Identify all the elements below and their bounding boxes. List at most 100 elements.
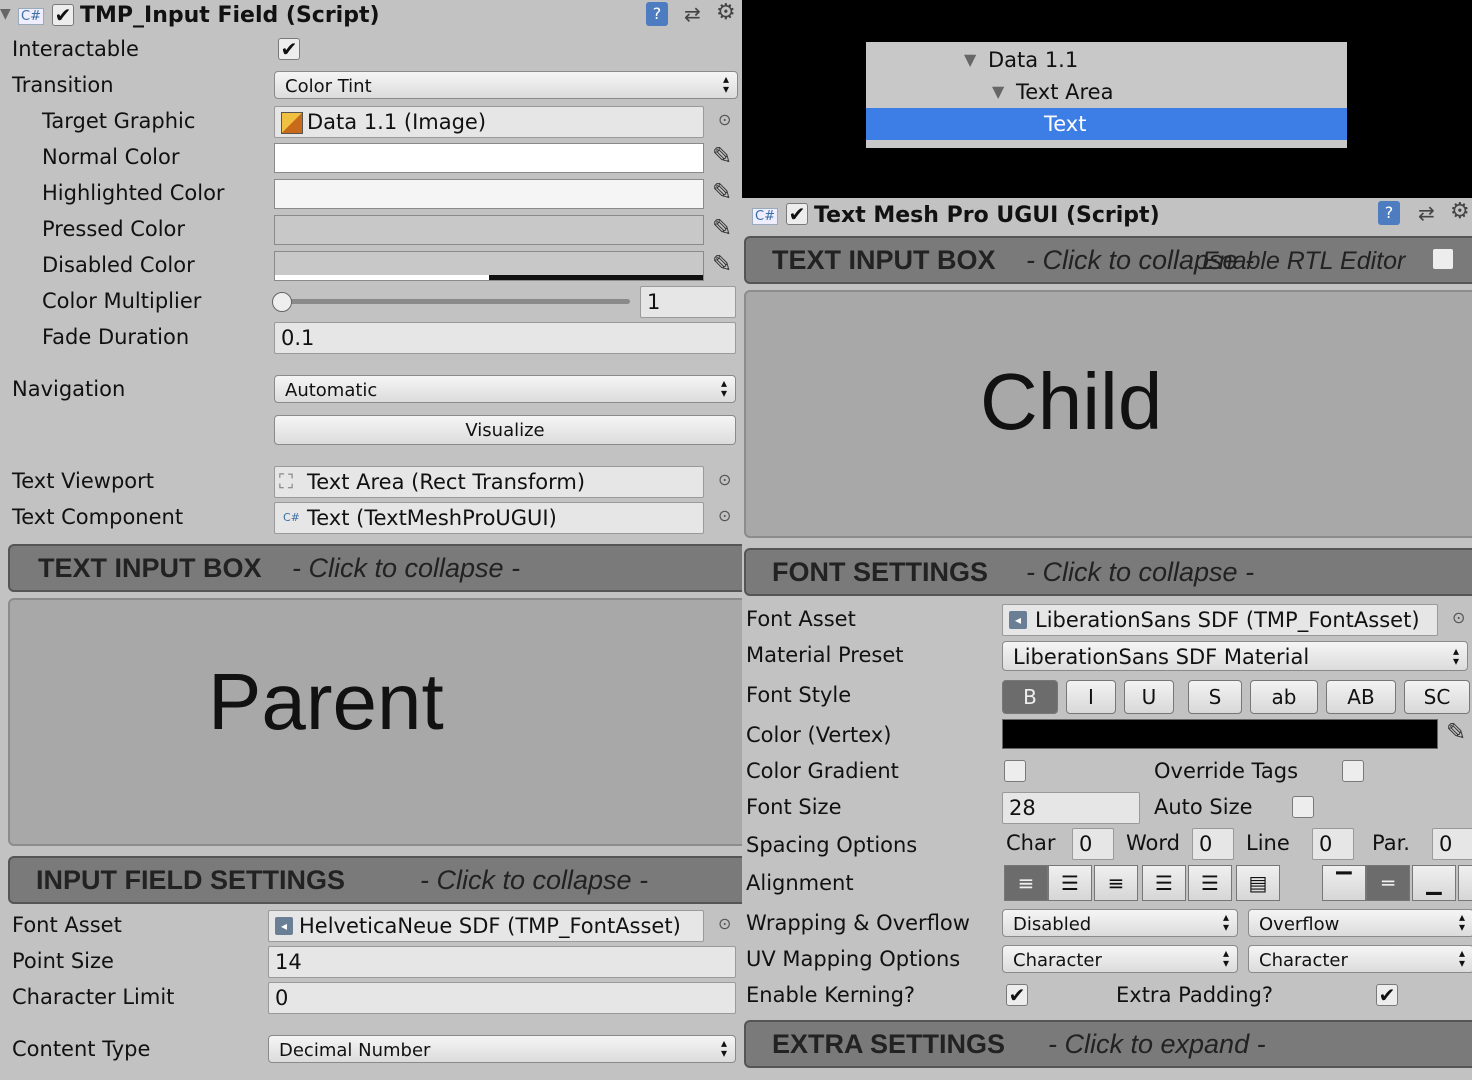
style-italic-button[interactable]: I: [1066, 680, 1116, 714]
help-icon[interactable]: ?: [646, 2, 668, 26]
style-lowercase-button[interactable]: ab: [1250, 680, 1318, 714]
text-input-box[interactable]: Child: [744, 290, 1472, 538]
override-tags-checkbox[interactable]: [1342, 760, 1364, 782]
font-asset-label: Font Asset: [746, 607, 856, 631]
style-uppercase-button[interactable]: AB: [1326, 680, 1396, 714]
enable-rtl-editor-checkbox[interactable]: [1432, 248, 1454, 270]
eyedropper-icon[interactable]: ✎: [712, 214, 732, 242]
extra-settings-section-header[interactable]: EXTRA SETTINGS - Click to expand -: [744, 1020, 1472, 1068]
eyedropper-icon[interactable]: ✎: [712, 250, 732, 278]
hierarchy-item-data[interactable]: Data 1.1: [988, 50, 1078, 71]
input-field-settings-section-header[interactable]: INPUT FIELD SETTINGS - Click to collapse…: [8, 856, 742, 904]
font-style-label: Font Style: [746, 683, 852, 707]
navigation-dropdown[interactable]: Automatic ▴ ▾: [274, 375, 736, 403]
align-center-button[interactable]: ☰: [1048, 865, 1092, 901]
char-spacing-field[interactable]: 0: [1072, 828, 1114, 860]
pressed-color-swatch[interactable]: [274, 215, 704, 245]
tmp-ugui-inspector: C# ✔ Text Mesh Pro UGUI (Script) ? ⇄ ⚙ T…: [742, 198, 1472, 1080]
object-picker-icon[interactable]: ⊙: [718, 470, 731, 489]
wrapping-dropdown[interactable]: Disabled ▴ ▾: [1002, 909, 1238, 937]
style-underline-button[interactable]: U: [1124, 680, 1174, 714]
eyedropper-icon[interactable]: ✎: [1446, 718, 1466, 746]
text-input-box[interactable]: Parent: [8, 598, 742, 846]
hierarchy-item-text-selected[interactable]: Text: [866, 108, 1347, 140]
font-asset-field[interactable]: ◂ LiberationSans SDF (TMP_FontAsset): [1002, 604, 1438, 636]
fade-duration-label: Fade Duration: [42, 325, 190, 349]
enable-kerning-checkbox[interactable]: ✔: [1006, 984, 1028, 1006]
normal-color-swatch[interactable]: [274, 143, 704, 173]
text-viewport-label: Text Viewport: [12, 469, 155, 493]
color-multiplier-slider-track[interactable]: [280, 299, 630, 304]
foldout-triangle-icon[interactable]: ▼: [0, 6, 11, 22]
valign-bottom-button[interactable]: ▁: [1412, 865, 1456, 901]
transition-dropdown[interactable]: Color Tint ▴ ▾: [274, 71, 738, 99]
line-spacing-label: Line: [1246, 831, 1290, 855]
font-asset-field[interactable]: ◂ HelveticaNeue SDF (TMP_FontAsset): [268, 910, 704, 942]
extra-padding-checkbox[interactable]: ✔: [1376, 984, 1398, 1006]
font-size-field[interactable]: 28: [1002, 792, 1140, 824]
highlighted-color-swatch[interactable]: [274, 179, 704, 209]
eyedropper-icon[interactable]: ✎: [712, 178, 732, 206]
target-graphic-label: Target Graphic: [42, 109, 196, 133]
font-settings-section-header[interactable]: FONT SETTINGS - Click to collapse -: [744, 548, 1472, 596]
object-picker-icon[interactable]: ⊙: [718, 110, 731, 129]
visualize-button[interactable]: Visualize: [274, 415, 736, 445]
valign-baseline-button[interactable]: –: [1458, 865, 1472, 901]
content-type-dropdown[interactable]: Decimal Number ▴ ▾: [268, 1035, 736, 1063]
font-asset-icon: ◂: [275, 917, 293, 935]
auto-size-label: Auto Size: [1154, 795, 1253, 819]
valign-top-button[interactable]: ▔: [1322, 865, 1366, 901]
transition-label: Transition: [12, 73, 114, 97]
target-graphic-field[interactable]: Data 1.1 (Image): [274, 106, 704, 138]
color-multiplier-slider-thumb[interactable]: [272, 292, 292, 312]
preset-icon[interactable]: ⇄: [1418, 201, 1435, 225]
text-component-field[interactable]: C# Text (TextMeshProUGUI): [274, 502, 704, 534]
preset-icon[interactable]: ⇄: [684, 2, 701, 26]
interactable-checkbox[interactable]: ✔: [278, 38, 300, 60]
object-picker-icon[interactable]: ⊙: [718, 914, 731, 933]
gear-icon[interactable]: ⚙: [1450, 199, 1470, 224]
color-gradient-checkbox[interactable]: [1004, 760, 1026, 782]
uv-horizontal-dropdown[interactable]: Character ▴ ▾: [1002, 945, 1238, 973]
align-justified-button[interactable]: ☰: [1142, 865, 1186, 901]
valign-middle-button[interactable]: ═: [1366, 865, 1410, 901]
cs-script-icon: C#: [752, 208, 778, 225]
eyedropper-icon[interactable]: ✎: [712, 142, 732, 170]
material-preset-dropdown[interactable]: LiberationSans SDF Material ▴ ▾: [1002, 641, 1468, 671]
style-bold-button[interactable]: B: [1002, 680, 1058, 714]
align-left-button[interactable]: ≡: [1004, 865, 1048, 901]
line-spacing-field[interactable]: 0: [1312, 828, 1354, 860]
align-flush-button[interactable]: ☰: [1188, 865, 1232, 901]
object-picker-icon[interactable]: ⊙: [718, 506, 731, 525]
style-strikethrough-button[interactable]: S: [1188, 680, 1242, 714]
component-enabled-checkbox[interactable]: ✔: [52, 4, 74, 26]
uv-vertical-dropdown[interactable]: Character ▴ ▾: [1248, 945, 1472, 973]
align-geometry-center-button[interactable]: ▤: [1236, 865, 1280, 901]
point-size-field[interactable]: 14: [268, 946, 736, 978]
object-picker-icon[interactable]: ⊙: [1452, 608, 1465, 627]
auto-size-checkbox[interactable]: [1292, 796, 1314, 818]
text-viewport-field[interactable]: ⛶ Text Area (Rect Transform): [274, 466, 704, 498]
uv-mapping-label: UV Mapping Options: [746, 947, 961, 971]
paragraph-spacing-field[interactable]: 0: [1432, 828, 1472, 860]
character-limit-field[interactable]: 0: [268, 982, 736, 1014]
component-enabled-checkbox[interactable]: ✔: [786, 203, 808, 225]
triangle-down-icon[interactable]: ▼: [992, 82, 1004, 101]
help-icon[interactable]: ?: [1378, 201, 1400, 225]
word-spacing-field[interactable]: 0: [1192, 828, 1234, 860]
text-input-box-section-header[interactable]: TEXT INPUT BOX - Click to collapse - Ena…: [744, 236, 1472, 284]
gear-icon[interactable]: ⚙: [716, 0, 736, 25]
vertex-color-swatch[interactable]: [1002, 719, 1438, 749]
component-title: Text Mesh Pro UGUI (Script): [814, 203, 1160, 228]
align-right-button[interactable]: ≡: [1094, 865, 1138, 901]
text-component-label: Text Component: [12, 505, 184, 529]
text-input-box-section-header[interactable]: TEXT INPUT BOX - Click to collapse -: [8, 544, 742, 592]
style-smallcaps-button[interactable]: SC: [1404, 680, 1470, 714]
color-multiplier-field[interactable]: 1: [640, 286, 736, 318]
cs-script-icon: C#: [18, 8, 44, 25]
fade-duration-field[interactable]: 0.1: [274, 322, 736, 354]
hierarchy-item-text-area[interactable]: Text Area: [1016, 82, 1113, 103]
triangle-down-icon[interactable]: ▼: [964, 50, 976, 69]
overflow-dropdown[interactable]: Overflow ▴ ▾: [1248, 909, 1472, 937]
disabled-color-swatch[interactable]: [274, 251, 704, 281]
